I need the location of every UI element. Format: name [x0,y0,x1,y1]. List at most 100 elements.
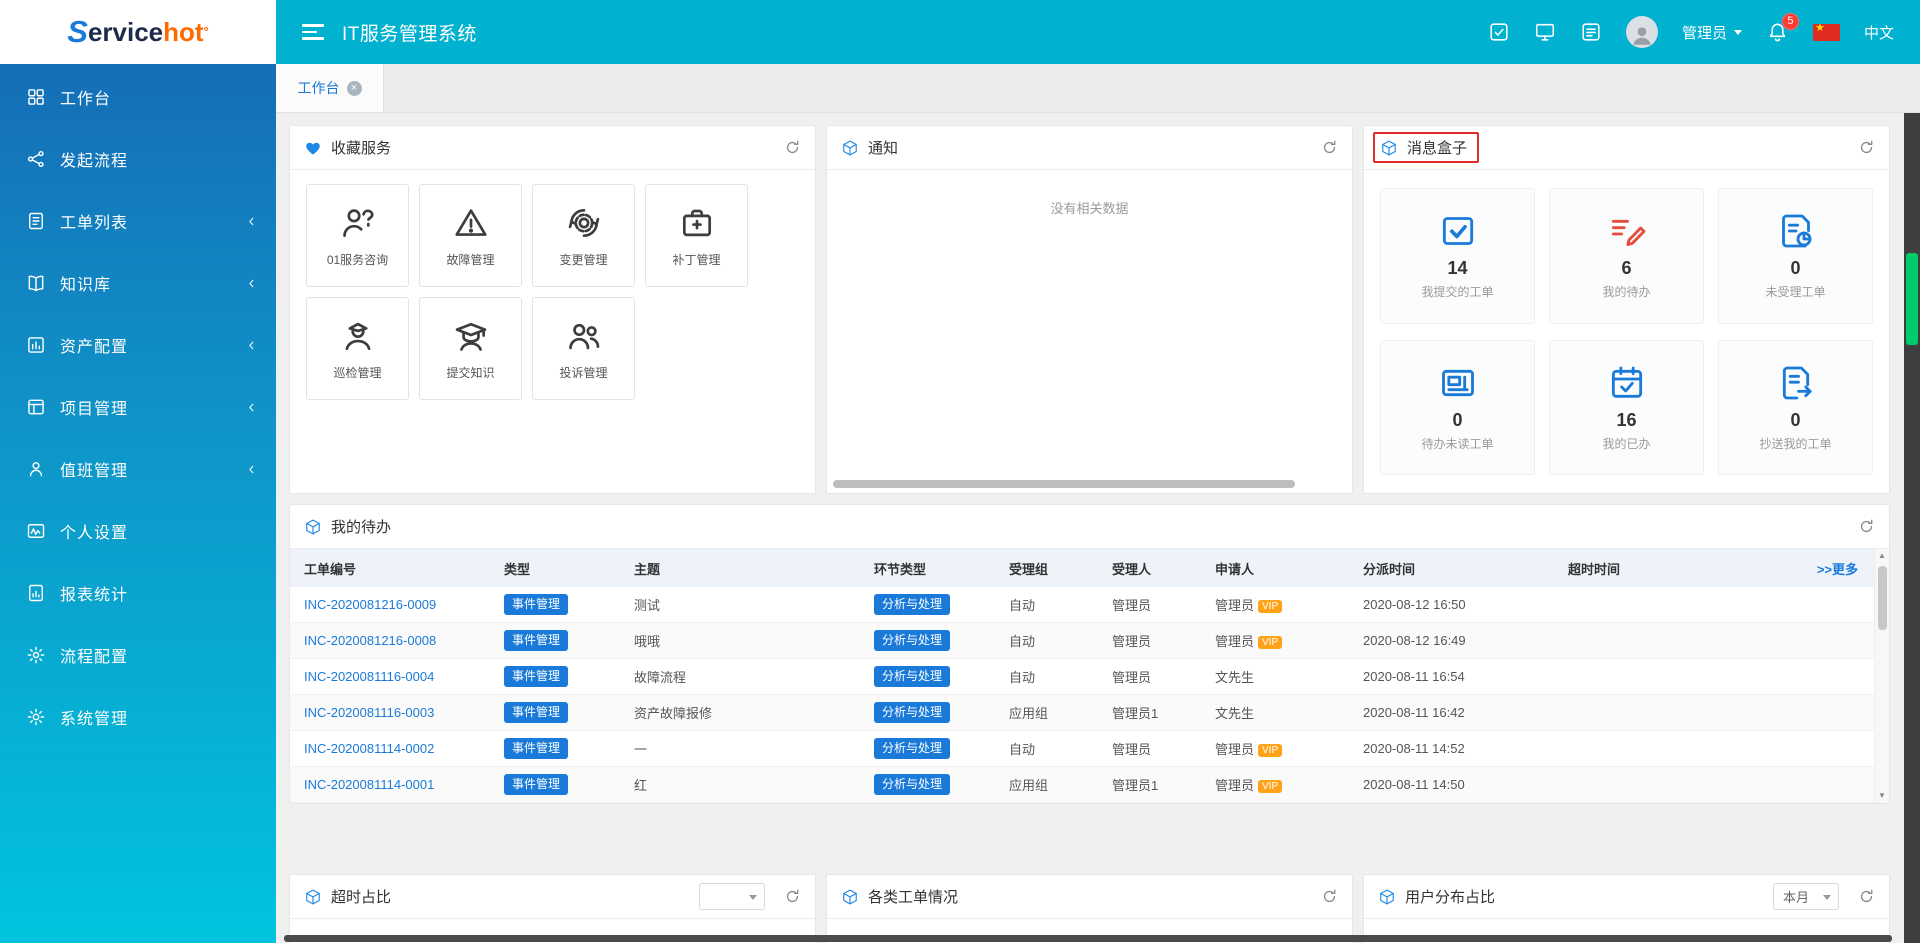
tab-close-icon[interactable]: × [347,81,362,96]
sidebar-item-process-config[interactable]: 流程配置 [0,624,276,686]
list-square-icon[interactable] [1580,21,1602,43]
notification-badge: 5 [1782,13,1799,30]
order-id-link[interactable]: INC-2020081116-0003 [304,705,434,720]
sidebar-item-personal-settings[interactable]: 个人设置 [0,500,276,562]
highlight-annotation: 消息盒子 [1373,132,1479,163]
sidebar-item-initiate-process[interactable]: 发起流程 [0,128,276,190]
order-id-link[interactable]: INC-2020081216-0009 [304,597,436,612]
sidebar-item-workbench[interactable]: 工作台 [0,66,276,128]
service-card-change-mgmt[interactable]: 变更管理 [532,184,635,287]
sidebar-item-report-stats[interactable]: 报表统计 [0,562,276,624]
refresh-icon[interactable] [1858,888,1875,905]
stat-card-unaccepted[interactable]: 0 未受理工单 [1718,188,1873,324]
order-id-link[interactable]: INC-2020081116-0004 [304,669,434,684]
distribution-filter-select[interactable]: 本月 [1773,883,1839,910]
stat-label: 我提交的工单 [1421,283,1493,300]
stat-card-cc-to-me[interactable]: 0 抄送我的工单 [1718,340,1873,476]
refresh-icon[interactable] [1321,888,1338,905]
cube-icon [841,139,859,157]
sidebar-item-system-mgmt[interactable]: 系统管理 [0,686,276,748]
sidebar-item-duty-mgmt[interactable]: 值班管理 [0,438,276,500]
service-card-fault-mgmt[interactable]: 故障管理 [419,184,522,287]
stat-card-my-submitted[interactable]: 14 我提交的工单 [1380,188,1535,324]
header-actions: 管理员 5 ★ 中文 [1488,16,1894,48]
order-id-link[interactable]: INC-2020081216-0008 [304,633,436,648]
table-scrollbar[interactable]: ▲ ▼ [1874,549,1889,803]
monitor-icon[interactable] [1534,21,1556,43]
service-card-inspection-mgmt[interactable]: 巡检管理 [306,297,409,400]
scrollbar-thumb[interactable] [1906,253,1918,345]
sidebar-item-knowledge-base[interactable]: 知识库 [0,252,276,314]
stat-count: 0 [1452,410,1462,431]
todo-table-row[interactable]: INC-2020081114-0001 事件管理 红 分析与处理 应用组 管理员… [290,767,1874,803]
panel-header: 消息盒子 [1364,126,1889,170]
panel-my-todo: 我的待办 工单编号类型主题环节类型受理组受理人申请人分派时间超时时间>>更多 I… [289,504,1890,804]
todo-table-row[interactable]: INC-2020081114-0002 事件管理 一 分析与处理 自动 管理员 … [290,731,1874,767]
service-card-patch-mgmt[interactable]: 补丁管理 [645,184,748,287]
tab-workbench[interactable]: 工作台 × [276,64,384,112]
dispatch-time-cell: 2020-08-11 16:42 [1363,705,1568,720]
stats-grid: 14 我提交的工单 6 我的待办 0 未受理工单 0 待办未读工单 16 我的已… [1364,170,1889,493]
language-switch[interactable]: 中文 [1864,22,1894,43]
scroll-up-arrow-icon[interactable]: ▲ [1875,549,1889,563]
todo-more-link[interactable]: >>更多 [1817,562,1858,577]
service-card-complaint-mgmt[interactable]: 投诉管理 [532,297,635,400]
chevron-left-icon [245,339,258,352]
panel-horizontal-scrollbar[interactable] [833,480,1295,488]
todo-col-1: 类型 [504,559,634,578]
applicant-cell: 管理员VIP [1215,595,1363,614]
people-icon [565,317,603,355]
stage-badge: 分析与处理 [874,774,950,794]
user-menu[interactable]: 管理员 [1682,22,1742,43]
panel-favorite-services: 收藏服务 01服务咨询 故障管理 变更管理 补丁管理 巡检管理 提交知识 投诉管… [289,125,816,494]
sidebar-item-work-order-list[interactable]: 工单列表 [0,190,276,252]
todo-table-row[interactable]: INC-2020081116-0003 事件管理 资产故障报修 分析与处理 应用… [290,695,1874,731]
todo-table: 工单编号类型主题环节类型受理组受理人申请人分派时间超时时间>>更多 INC-20… [290,549,1889,803]
scroll-down-arrow-icon[interactable]: ▼ [1875,789,1889,803]
stat-count: 14 [1447,258,1467,279]
notifications-button[interactable]: 5 [1766,21,1789,44]
order-id-link[interactable]: INC-2020081114-0002 [304,741,434,756]
applicant-cell: 管理员VIP [1215,631,1363,650]
chevron-left-icon [245,401,258,414]
gear-flow-icon [26,645,46,665]
logo[interactable]: Servicehot° [0,0,276,64]
select-value: 本月 [1783,887,1809,906]
logo-text-ervice: ervice [88,17,163,48]
doc-list-icon [26,211,46,231]
order-id-link[interactable]: INC-2020081114-0001 [304,777,434,792]
chevron-left-icon [245,463,258,476]
scholar-icon [452,317,490,355]
refresh-icon[interactable] [784,139,801,156]
sidebar-item-label: 发起流程 [60,147,258,171]
china-flag-icon[interactable]: ★ [1813,24,1840,41]
check-square-icon[interactable] [1488,21,1510,43]
sidebar-item-project-mgmt[interactable]: 项目管理 [0,376,276,438]
stat-card-todo-unread[interactable]: 0 待办未读工单 [1380,340,1535,476]
panel-title: 各类工单情况 [868,886,958,907]
service-card-service-consult[interactable]: 01服务咨询 [306,184,409,287]
tab-bar: 工作台 × [276,64,1920,113]
pencil-lines-icon [1607,211,1647,251]
panel-order-types: 各类工单情况 [826,874,1353,943]
todo-table-row[interactable]: INC-2020081116-0004 事件管理 故障流程 分析与处理 自动 管… [290,659,1874,695]
timeout-filter-select[interactable] [699,883,765,910]
refresh-icon[interactable] [1858,518,1875,535]
avatar[interactable] [1626,16,1658,48]
refresh-icon[interactable] [1858,139,1875,156]
stat-card-my-done[interactable]: 16 我的已办 [1549,340,1704,476]
refresh-icon[interactable] [1321,139,1338,156]
service-card-submit-knowledge[interactable]: 提交知识 [419,297,522,400]
todo-table-row[interactable]: INC-2020081216-0008 事件管理 哦哦 分析与处理 自动 管理员… [290,623,1874,659]
page-vertical-scrollbar[interactable] [1904,113,1920,943]
todo-col-7: 分派时间 [1363,559,1568,578]
sidebar-item-asset-config[interactable]: 资产配置 [0,314,276,376]
refresh-icon[interactable] [784,888,801,905]
menu-toggle-icon[interactable] [302,24,324,40]
scrollbar-thumb[interactable] [1878,566,1887,630]
main-area: IT服务管理系统 管理员 5 ★ 中文 工作台 × [276,0,1920,943]
stat-card-my-todo[interactable]: 6 我的待办 [1549,188,1704,324]
page-horizontal-scrollbar[interactable] [284,935,1892,942]
todo-table-row[interactable]: INC-2020081216-0009 事件管理 测试 分析与处理 自动 管理员… [290,587,1874,623]
board-icon [26,397,46,417]
